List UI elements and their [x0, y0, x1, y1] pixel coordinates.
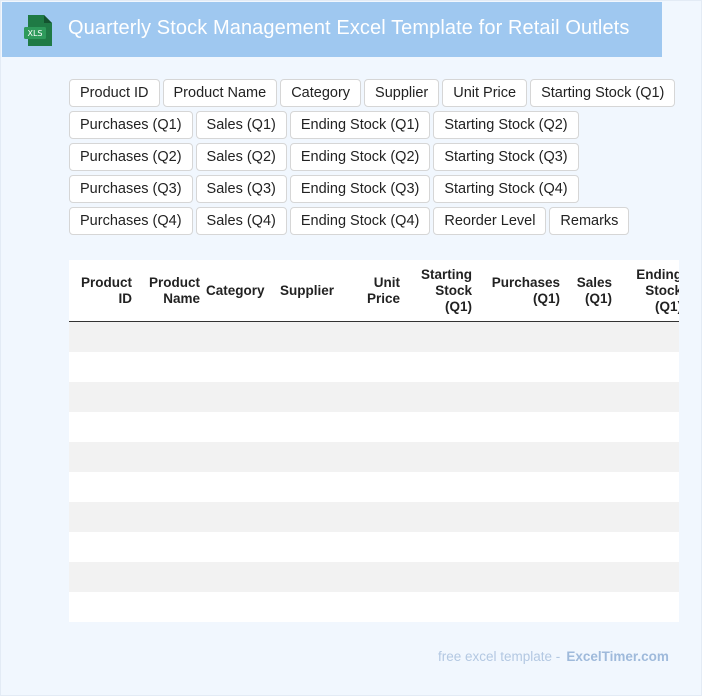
column-tag[interactable]: Sales (Q1) — [195, 111, 287, 139]
excel-file-icon: XLS — [24, 15, 52, 46]
column-header: Product Name — [135, 275, 203, 307]
column-tag[interactable]: Sales (Q4) — [195, 207, 287, 235]
column-header: Starting Stock (Q1) — [403, 267, 475, 315]
footer-brand-link[interactable]: ExcelTimer.com — [566, 649, 669, 664]
column-header-line: Stock — [645, 282, 679, 298]
column-tag[interactable]: Product ID — [69, 79, 160, 107]
column-header-line: Name — [163, 290, 200, 306]
column-header-line: Product — [80, 274, 132, 290]
table-row[interactable] — [69, 382, 679, 412]
column-tag[interactable]: Starting Stock (Q3) — [433, 143, 579, 171]
table-row[interactable] — [69, 532, 679, 562]
column-tag[interactable]: Ending Stock (Q2) — [289, 143, 431, 171]
column-header: Product ID — [69, 275, 135, 307]
table-row[interactable] — [69, 592, 679, 622]
column-header-line: Unit — [373, 274, 400, 290]
table-row[interactable] — [69, 562, 679, 592]
column-tag[interactable]: Remarks — [549, 207, 630, 235]
column-tag[interactable]: Purchases (Q3) — [69, 175, 193, 203]
page-title: Quarterly Stock Management Excel Templat… — [68, 17, 630, 39]
column-header-line: Supplier — [280, 282, 335, 298]
column-header-line: Sales — [576, 274, 612, 290]
column-tag[interactable]: Starting Stock (Q2) — [433, 111, 579, 139]
page-frame: XLS Quarterly Stock Management Excel Tem… — [0, 0, 702, 696]
column-header: Unit Price — [347, 275, 403, 307]
column-header-line: Stock — [435, 282, 472, 298]
table-row[interactable] — [69, 472, 679, 502]
column-header-line: (Q1) — [533, 290, 560, 306]
column-header-line: Ending — [636, 266, 679, 282]
column-tag[interactable]: Purchases (Q4) — [69, 207, 193, 235]
column-tag[interactable]: Purchases (Q2) — [69, 143, 193, 171]
column-header: Purchases (Q1) — [475, 275, 563, 307]
column-tag[interactable]: Reorder Level — [433, 207, 547, 235]
column-header: Supplier — [277, 283, 347, 299]
column-tag[interactable]: Purchases (Q1) — [69, 111, 193, 139]
column-header-line: (Q1) — [655, 298, 679, 314]
column-header: Category — [203, 283, 277, 299]
column-tag[interactable]: Starting Stock (Q4) — [433, 175, 579, 203]
column-header: EndingStock(Q1) — [615, 267, 679, 315]
table-row[interactable] — [69, 322, 679, 352]
table-row[interactable] — [69, 442, 679, 472]
column-tag[interactable]: Unit Price — [442, 79, 528, 107]
column-header: Sales (Q1) — [563, 275, 615, 307]
column-tag[interactable]: Sales (Q2) — [195, 143, 287, 171]
footer-prefix: free excel template - — [438, 649, 561, 664]
column-header-line: (Q1) — [585, 290, 612, 306]
column-header-line: Product — [148, 274, 200, 290]
title-banner: XLS Quarterly Stock Management Excel Tem… — [2, 2, 662, 57]
table-row[interactable] — [69, 352, 679, 382]
column-tag-list: Product ID Product Name Category Supplier Un… — [69, 79, 689, 235]
table-header: Product ID Product Name Category Supplier Unit… — [69, 260, 679, 322]
table-row[interactable] — [69, 502, 679, 532]
footer-credit: free excel template - ExcelTimer.com — [438, 649, 669, 664]
column-tag[interactable]: Product Name — [162, 79, 278, 107]
column-tag[interactable]: Ending Stock (Q4) — [289, 207, 431, 235]
column-tag[interactable]: Ending Stock (Q1) — [289, 111, 431, 139]
column-tag[interactable]: Supplier — [364, 79, 440, 107]
excel-icon-label: XLS — [27, 29, 42, 38]
column-header-line: Category — [206, 282, 265, 298]
column-tag[interactable]: Sales (Q3) — [195, 175, 287, 203]
column-header-line: (Q1) — [445, 298, 472, 314]
column-header-line: Price — [366, 290, 400, 306]
column-tag[interactable]: Ending Stock (Q3) — [289, 175, 431, 203]
column-tag[interactable]: Category — [280, 79, 362, 107]
column-header-line: Purchases — [491, 274, 560, 290]
column-header-line: ID — [118, 290, 133, 306]
spreadsheet-preview: Product ID Product Name Category Supplier Unit… — [69, 260, 679, 622]
table-row[interactable] — [69, 412, 679, 442]
column-header-line: Starting — [420, 266, 472, 282]
column-tag[interactable]: Starting Stock (Q1) — [530, 79, 676, 107]
